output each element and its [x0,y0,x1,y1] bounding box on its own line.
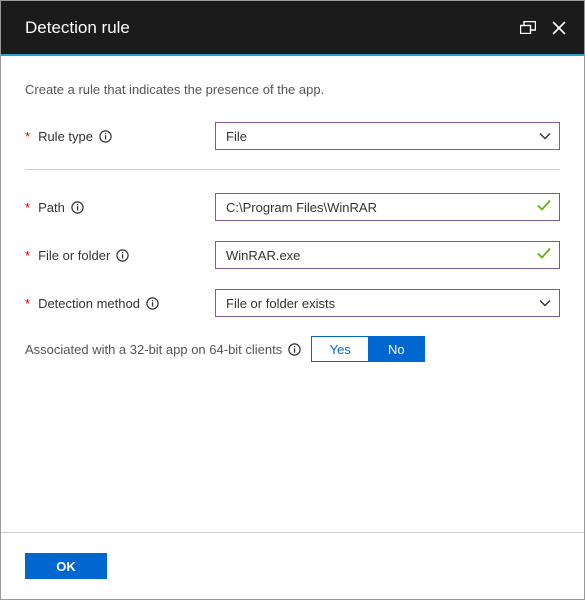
check-icon [537,248,551,263]
select-value: File [226,129,247,144]
label-text: Path [38,200,65,215]
info-icon[interactable] [71,201,84,214]
info-icon[interactable] [288,343,301,356]
label-text: File or folder [38,248,110,263]
header-controls [520,21,566,35]
panel-footer: OK [1,532,584,599]
info-icon[interactable] [116,249,129,262]
toggle-yes[interactable]: Yes [312,337,368,361]
file-or-folder-row: * File or folder WinRAR.exe [25,240,560,270]
rule-type-select[interactable]: File [215,122,560,150]
input-value: C:\Program Files\WinRAR [226,200,377,215]
rule-type-label: * Rule type [25,129,215,144]
path-input[interactable]: C:\Program Files\WinRAR [215,193,560,221]
associated-32bit-row: Associated with a 32-bit app on 64-bit c… [25,336,560,362]
panel-header: Detection rule [1,1,584,56]
toggle-no[interactable]: No [368,337,424,361]
detection-method-select[interactable]: File or folder exists [215,289,560,317]
rule-type-row: * Rule type File [25,121,560,151]
associated-32bit-label: Associated with a 32-bit app on 64-bit c… [25,342,301,357]
info-icon[interactable] [99,130,112,143]
check-icon [537,200,551,215]
associated-32bit-toggle: Yes No [311,336,425,362]
intro-text: Create a rule that indicates the presenc… [25,82,560,97]
panel-title: Detection rule [25,18,520,38]
detection-method-row: * Detection method File or folder exists [25,288,560,318]
path-row: * Path C:\Program Files\WinRAR [25,192,560,222]
restore-icon[interactable] [520,21,536,34]
section-divider [25,169,560,170]
required-marker: * [25,296,30,311]
file-or-folder-input[interactable]: WinRAR.exe [215,241,560,269]
detection-rule-panel: Detection rule Create a rule that indica… [0,0,585,600]
label-text: Rule type [38,129,93,144]
required-marker: * [25,200,30,215]
ok-button[interactable]: OK [25,553,107,579]
close-icon[interactable] [552,21,566,35]
file-or-folder-label: * File or folder [25,248,215,263]
chevron-down-icon [539,296,551,311]
required-marker: * [25,129,30,144]
label-text: Associated with a 32-bit app on 64-bit c… [25,342,282,357]
chevron-down-icon [539,129,551,144]
label-text: Detection method [38,296,140,311]
input-value: WinRAR.exe [226,248,300,263]
required-marker: * [25,248,30,263]
detection-method-label: * Detection method [25,296,215,311]
path-label: * Path [25,200,215,215]
select-value: File or folder exists [226,296,335,311]
info-icon[interactable] [146,297,159,310]
panel-content: Create a rule that indicates the presenc… [1,56,584,532]
